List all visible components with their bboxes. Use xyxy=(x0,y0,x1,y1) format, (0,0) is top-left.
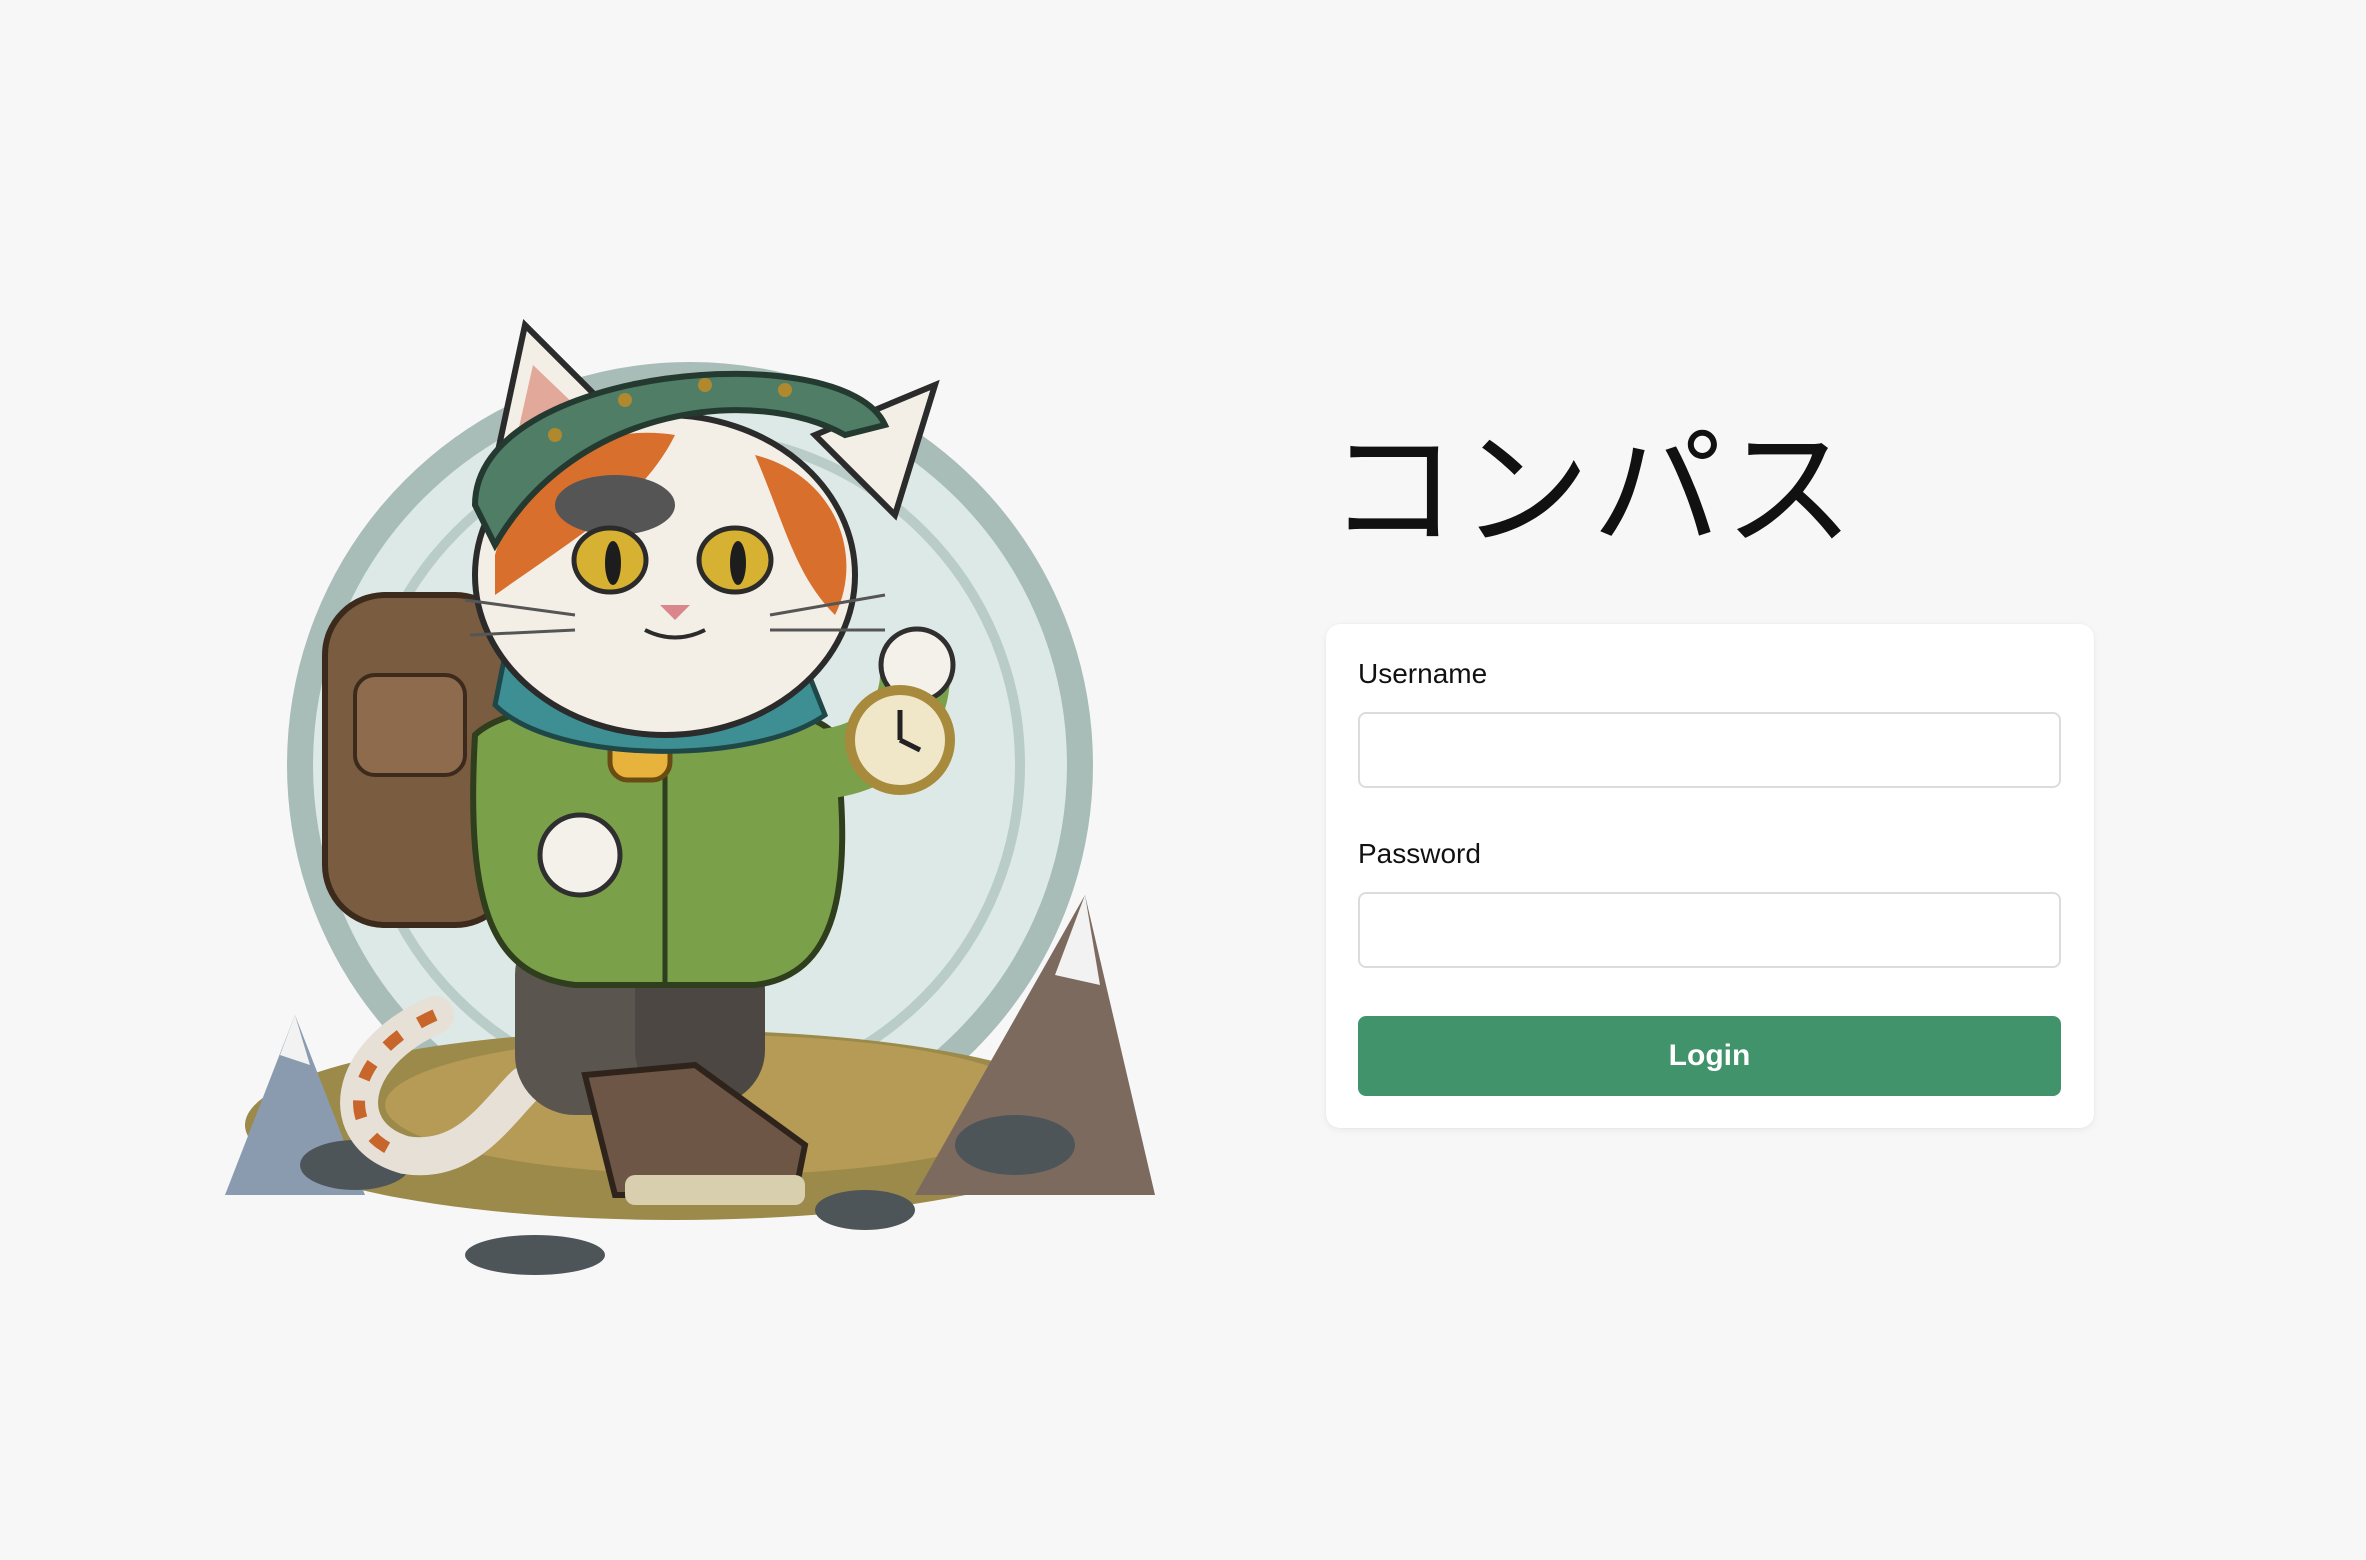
username-input[interactable] xyxy=(1358,712,2061,788)
password-input[interactable] xyxy=(1358,892,2061,968)
password-label: Password xyxy=(1358,838,1481,869)
username-label: Username xyxy=(1358,658,1488,689)
login-button[interactable]: Login xyxy=(1358,1016,2061,1096)
hiking-cat-mascot-icon xyxy=(195,295,1185,1295)
login-form: Username Password Login xyxy=(1326,624,2094,1128)
app-title: コンパス xyxy=(1328,414,1857,566)
